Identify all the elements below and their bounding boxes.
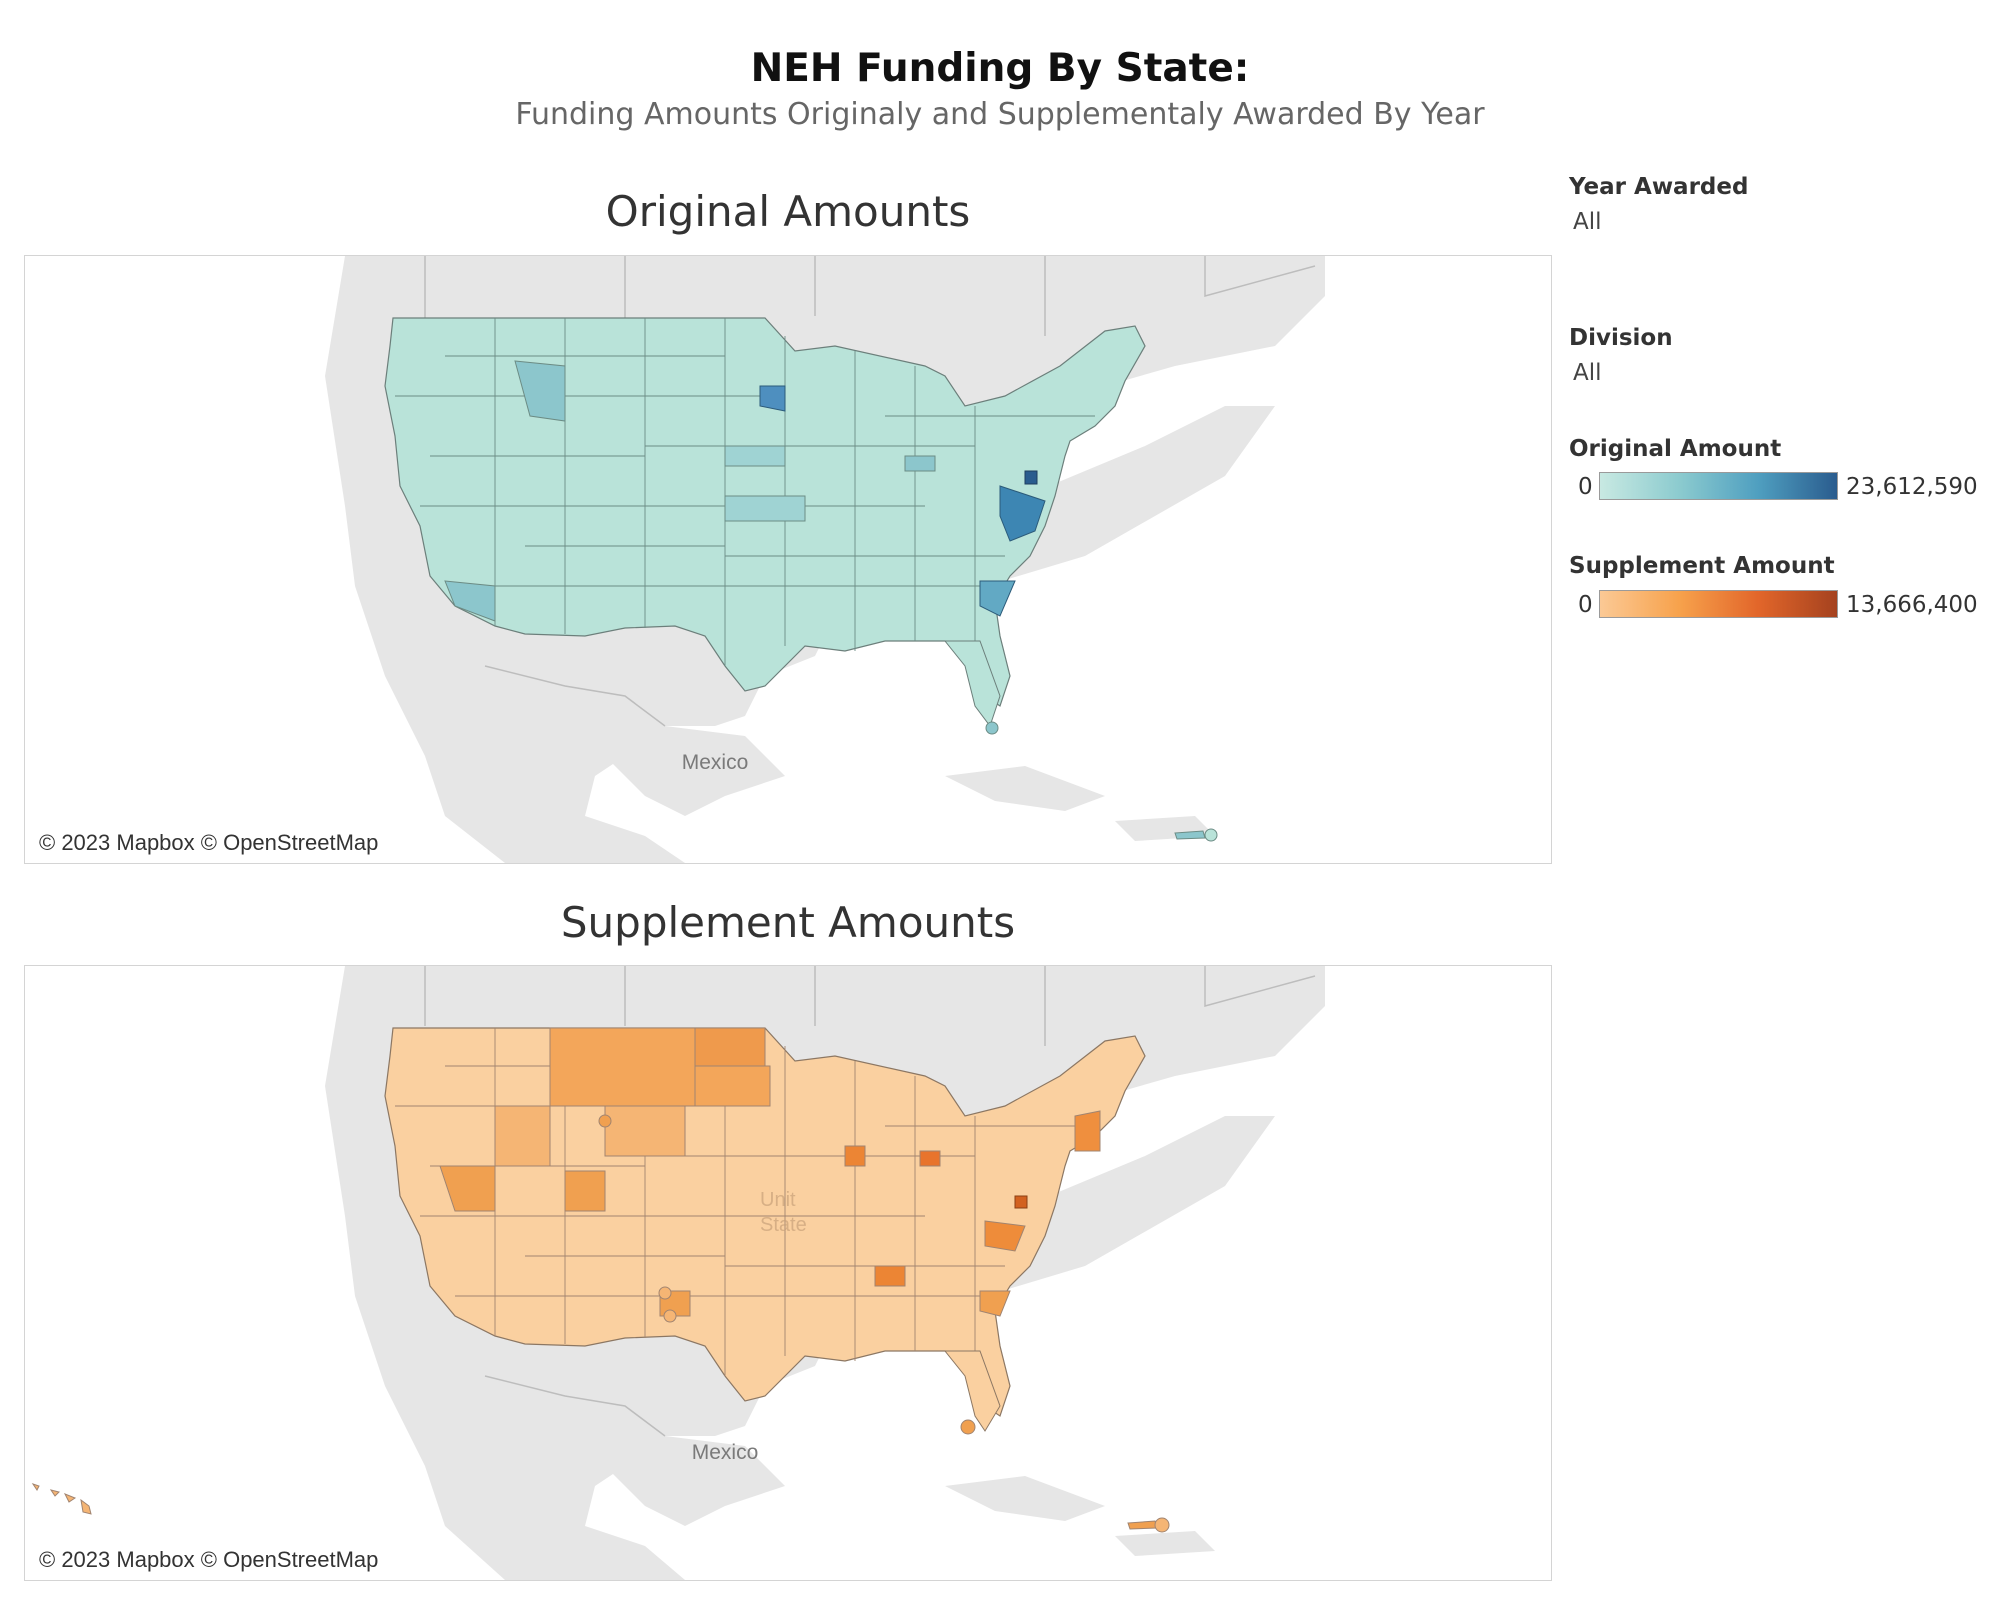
map-attribution[interactable]: © 2023 Mapbox © OpenStreetMap (39, 1547, 378, 1573)
region-puerto-rico[interactable] (1127, 1520, 1158, 1530)
original-map-heading: Original Amounts (605, 187, 971, 236)
region-montana[interactable] (549, 1027, 696, 1107)
dashboard-title: NEH Funding By State: (750, 46, 1250, 91)
dashboard-subtitle: Funding Amounts Originaly and Supplement… (515, 97, 1485, 132)
map-attribution[interactable]: © 2023 Mapbox © OpenStreetMap (39, 830, 378, 856)
original-amount-legend-max: 23,612,590 (1846, 474, 1978, 500)
region-dc[interactable] (1014, 1195, 1028, 1209)
region-minnesota[interactable] (759, 385, 786, 412)
original-amount-legend-title: Original Amount (1569, 436, 1782, 462)
country-label-mexico: Mexico (682, 751, 749, 774)
region-vermont-nh[interactable] (1074, 1110, 1101, 1152)
region-ohio[interactable] (904, 455, 936, 472)
country-label-united-states: Unit (760, 1189, 796, 1211)
original-amounts-map[interactable]: Mexico © 2023 Mapbox © OpenStreetMap (24, 255, 1552, 864)
region-wisconsin[interactable] (844, 1145, 866, 1167)
region-hawaii[interactable] (31, 1483, 92, 1515)
region-south-carolina[interactable] (979, 1290, 1011, 1317)
supplement-amount-legend-min: 0 (1578, 592, 1593, 618)
division-filter-value[interactable]: All (1573, 360, 1602, 386)
region-marker[interactable] (663, 1309, 677, 1323)
region-virgin-islands-marker[interactable] (1204, 828, 1218, 842)
region-michigan[interactable] (919, 1150, 941, 1167)
region-north-dakota[interactable] (694, 1027, 766, 1067)
region-puerto-rico[interactable] (1174, 830, 1206, 840)
country-label-mexico: Mexico (692, 1441, 759, 1464)
region-virgin-islands-marker[interactable] (1154, 1517, 1170, 1533)
original-map-canvas[interactable]: Mexico (25, 256, 1551, 863)
supplement-map-canvas[interactable]: Unit State Mexico (25, 966, 1551, 1580)
supplement-map-heading: Supplement Amounts (560, 898, 1016, 947)
region-idaho[interactable] (494, 1105, 551, 1167)
supplement-amount-color-ramp (1599, 590, 1838, 618)
region-florida-keys-marker[interactable] (985, 721, 999, 735)
region-kansas[interactable] (724, 495, 806, 522)
region-marker[interactable] (598, 1114, 612, 1128)
region-florida-keys-marker[interactable] (960, 1419, 976, 1435)
region-utah[interactable] (564, 1170, 606, 1212)
region-wyoming[interactable] (604, 1105, 686, 1157)
region-tennessee-south[interactable] (874, 1265, 906, 1287)
region-marker[interactable] (658, 1286, 672, 1300)
region-dc[interactable] (1024, 470, 1038, 485)
division-filter-label: Division (1569, 325, 1673, 351)
original-amount-color-ramp (1599, 472, 1838, 500)
year-awarded-filter-value[interactable]: All (1573, 209, 1602, 235)
supplement-amounts-map[interactable]: Unit State Mexico © 2023 Mapbox © OpenSt… (24, 965, 1552, 1581)
supplement-amount-legend-max: 13,666,400 (1846, 592, 1978, 618)
year-awarded-filter-label: Year Awarded (1569, 174, 1749, 200)
region-iowa[interactable] (724, 445, 786, 467)
supplement-amount-legend-title: Supplement Amount (1569, 553, 1835, 579)
original-amount-legend-min: 0 (1578, 474, 1593, 500)
region-south-dakota[interactable] (694, 1065, 771, 1107)
country-label-united-states: State (760, 1214, 807, 1236)
